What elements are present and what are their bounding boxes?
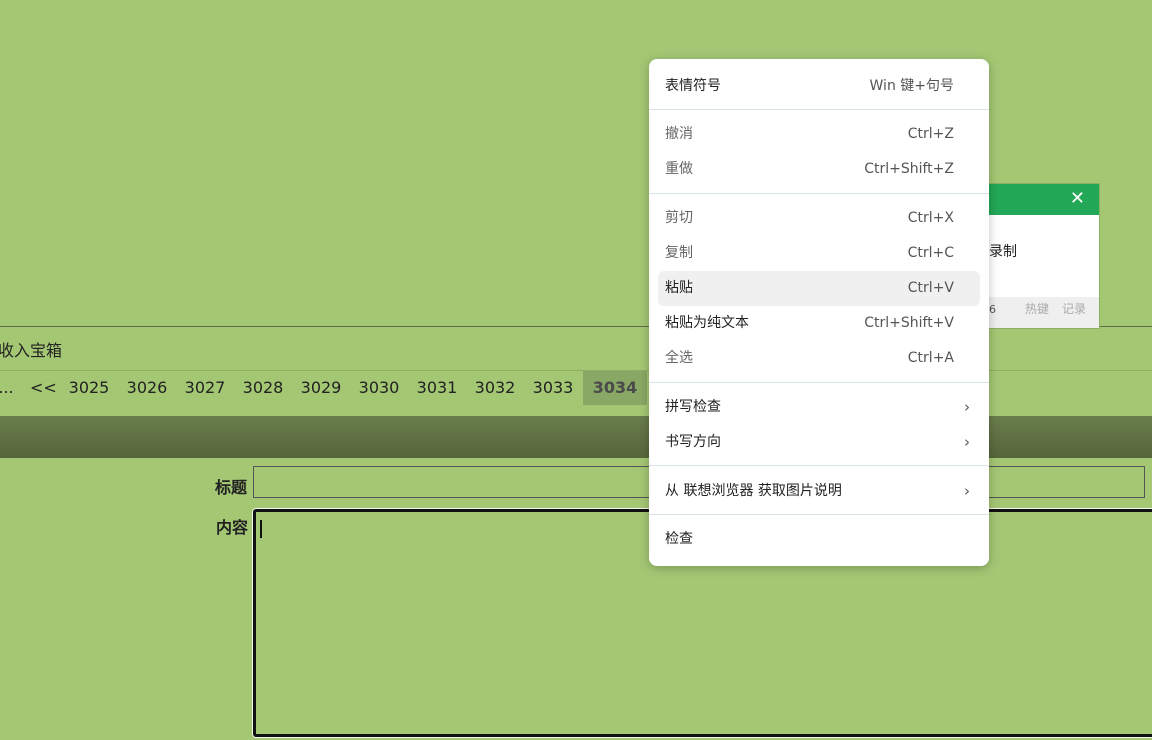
menu-shortcut: Ctrl+Z [907,126,954,142]
pager-page[interactable]: 3033 [530,371,576,405]
pager-first[interactable]: << [30,371,57,405]
popup-record-text: 录制 [989,244,1017,260]
context-menu: 表情符号 Win 键+句号 撤消 Ctrl+Z 重做 Ctrl+Shift+Z … [649,59,989,566]
pager-page[interactable]: 3030 [356,371,402,405]
pager-page[interactable]: 3028 [240,371,286,405]
pager-page[interactable]: 3032 [472,371,518,405]
menu-label: 书写方向 [665,434,721,450]
menu-item-redo[interactable]: 重做 Ctrl+Shift+Z [658,152,980,187]
menu-item-paste[interactable]: 粘贴 Ctrl+V [658,271,980,306]
pager-page[interactable]: 3025 [66,371,112,405]
menu-shortcut: Win 键+句号 [869,78,954,94]
content-label: 内容 [216,518,249,537]
menu-item-copy[interactable]: 复制 Ctrl+C [658,236,980,271]
menu-label: 撤消 [665,126,693,142]
menu-shortcut: Ctrl+Shift+Z [864,161,954,177]
popup-footer-number: 6 [989,303,996,316]
menu-shortcut: Ctrl+A [907,350,954,366]
menu-label: 粘贴为纯文本 [665,315,749,331]
menu-item-spellcheck[interactable]: 拼写检查 › [658,390,980,425]
menu-label: 从 联想浏览器 获取图片说明 [665,483,842,499]
menu-label: 拼写检查 [665,399,721,415]
menu-separator [649,193,989,194]
menu-item-image-description[interactable]: 从 联想浏览器 获取图片说明 › [658,474,980,509]
menu-label: 复制 [665,245,693,261]
menu-item-cut[interactable]: 剪切 Ctrl+X [658,201,980,236]
menu-item-paste-plain[interactable]: 粘贴为纯文本 Ctrl+Shift+V [658,306,980,341]
menu-separator [649,514,989,515]
menu-separator [649,109,989,110]
menu-label: 全选 [665,350,693,366]
popup-record-link[interactable]: 记录 [1062,300,1086,317]
chevron-right-icon: › [964,398,970,416]
text-caret [260,520,262,538]
pager-page[interactable]: 3029 [298,371,344,405]
pager-page[interactable]: 3031 [414,371,460,405]
close-icon[interactable]: ✕ [1070,188,1085,209]
menu-label: 剪切 [665,210,693,226]
treasure-box-label: 收入宝箱 [0,341,63,360]
menu-item-select-all[interactable]: 全选 Ctrl+A [658,341,980,376]
menu-item-writing-direction[interactable]: 书写方向 › [658,425,980,460]
pager-page[interactable]: 3026 [124,371,170,405]
menu-separator [649,465,989,466]
menu-label: 重做 [665,161,693,177]
menu-item-undo[interactable]: 撤消 Ctrl+Z [658,117,980,152]
menu-label: 检查 [665,531,693,547]
pager-current-page[interactable]: 3034 [583,371,647,405]
pager-page[interactable]: 3027 [182,371,228,405]
menu-shortcut: Ctrl+V [907,280,954,296]
popup-hotkey-link[interactable]: 热键 [1025,300,1049,317]
menu-item-inspect[interactable]: 检查 [658,522,980,557]
menu-shortcut: Ctrl+C [907,245,954,261]
menu-label: 表情符号 [665,78,721,94]
title-label: 标题 [215,478,248,497]
menu-shortcut: Ctrl+X [907,210,954,226]
pagination: ... << 3025 3026 3027 3028 3029 3030 303… [0,371,660,405]
pager-ellipsis[interactable]: ... [0,371,16,405]
chevron-right-icon: › [964,482,970,500]
menu-separator [649,382,989,383]
menu-label: 粘贴 [665,280,693,296]
chevron-right-icon: › [964,433,970,451]
menu-item-emoji[interactable]: 表情符号 Win 键+句号 [658,69,980,104]
menu-shortcut: Ctrl+Shift+V [864,315,954,331]
